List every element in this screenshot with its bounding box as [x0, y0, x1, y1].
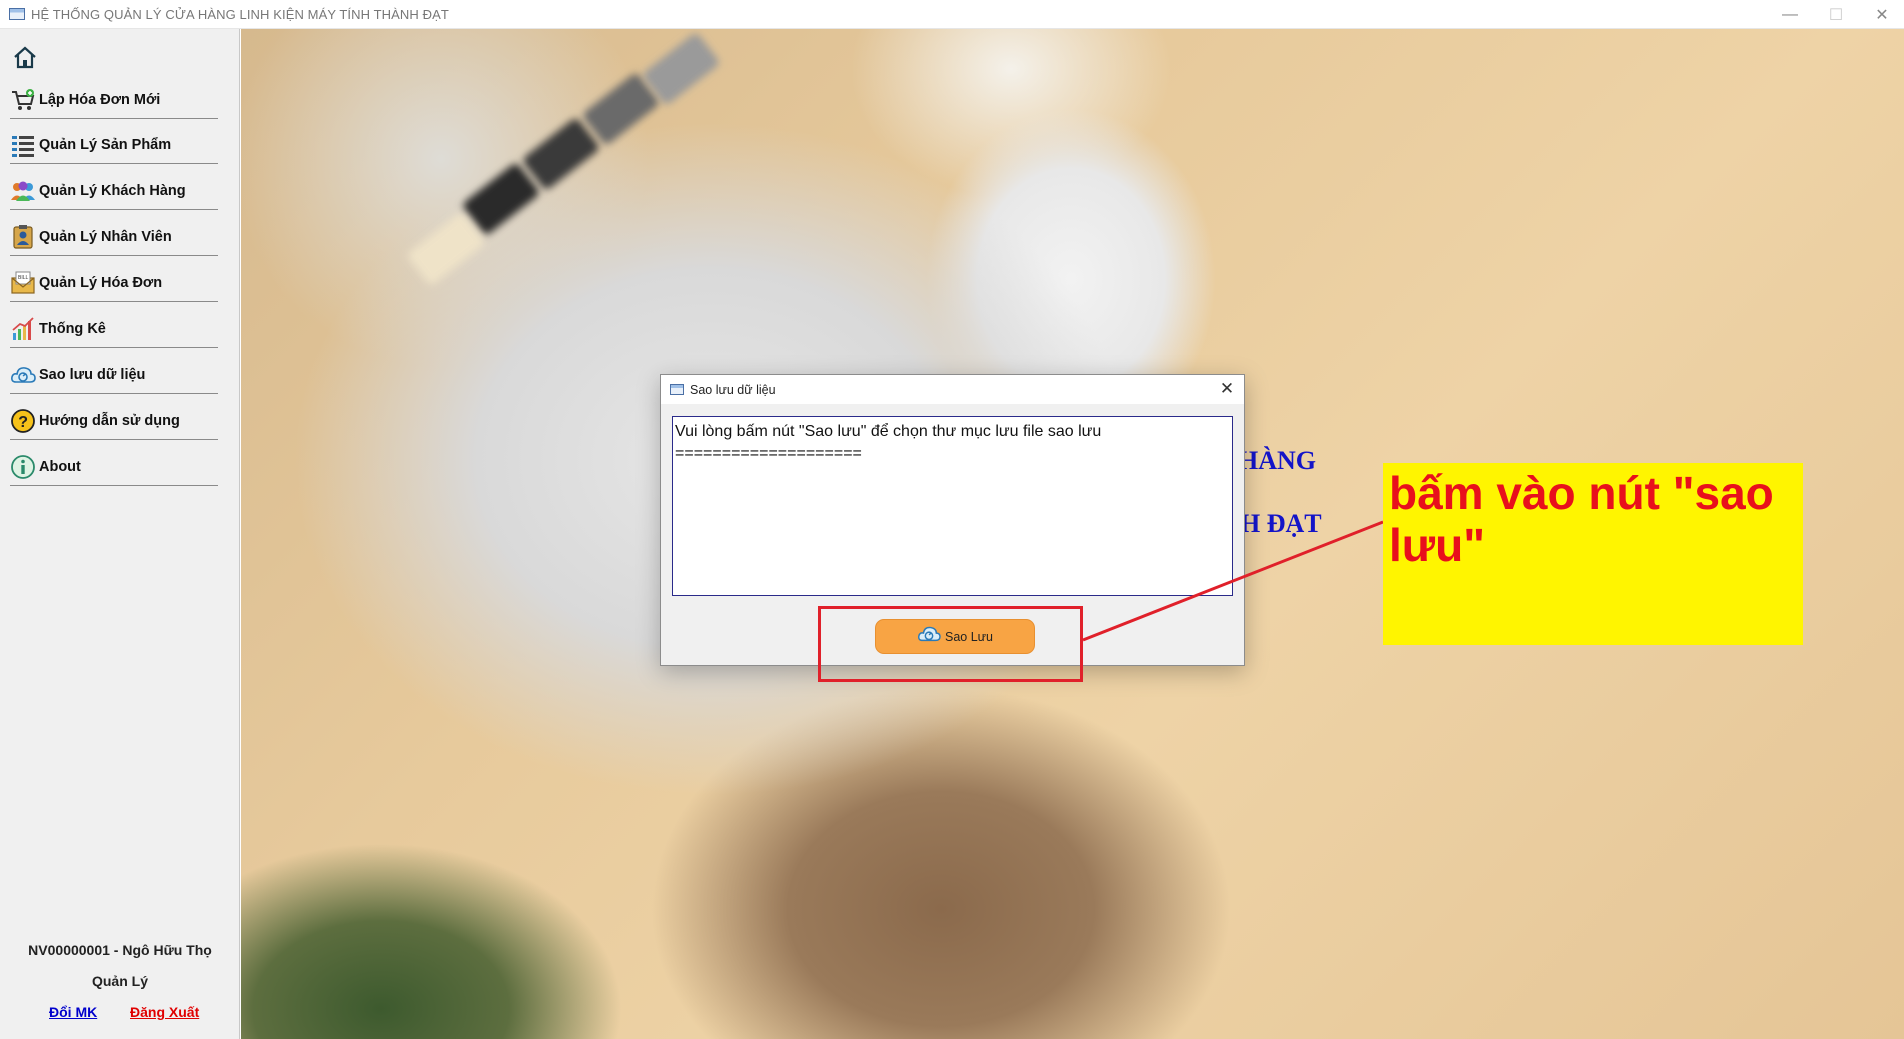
- sidebar-item-label: Quản Lý Sản Phẩm: [39, 136, 172, 153]
- svg-text:?: ?: [18, 414, 28, 431]
- sidebar-item-label: Lập Hóa Đơn Mới: [39, 91, 161, 108]
- bg-swatch: [521, 116, 601, 192]
- sidebar-item-about[interactable]: About: [10, 448, 218, 486]
- dialog-app-icon: [670, 384, 684, 395]
- svg-text:BILL: BILL: [18, 275, 29, 281]
- sidebar-item-customers[interactable]: Quản Lý Khách Hàng: [10, 172, 218, 210]
- app-icon: [9, 8, 25, 20]
- info-icon: [10, 454, 36, 480]
- employee-badge-icon: [10, 224, 36, 250]
- change-password-link[interactable]: Đổi MK: [49, 1004, 97, 1020]
- backup-message-textarea[interactable]: Vui lòng bấm nút "Sao lưu" để chọn thư m…: [672, 416, 1233, 596]
- maximize-icon: ☐: [1828, 6, 1844, 24]
- minimize-icon: —: [1782, 5, 1798, 23]
- bg-swatch: [461, 161, 541, 237]
- sidebar: Lập Hóa Đơn Mới Quản Lý Sản Phẩm Quản Lý…: [0, 29, 240, 1039]
- close-icon: ✕: [1875, 6, 1889, 24]
- close-icon: ✕: [1219, 379, 1235, 398]
- sidebar-item-create-invoice[interactable]: Lập Hóa Đơn Mới: [10, 81, 218, 119]
- close-window-button[interactable]: ✕: [1859, 0, 1904, 29]
- sidebar-item-label: Quản Lý Nhân Viên: [39, 228, 172, 245]
- annotation-highlight-box: [818, 606, 1083, 682]
- list-icon: [10, 132, 36, 158]
- help-icon: ?: [10, 408, 36, 434]
- maximize-button[interactable]: ☐: [1813, 0, 1859, 29]
- sidebar-item-products[interactable]: Quản Lý Sản Phẩm: [10, 126, 218, 164]
- sidebar-item-label: About: [39, 458, 81, 475]
- bg-heading-line2: H ĐẠT: [1240, 509, 1322, 538]
- sidebar-item-user-guide[interactable]: ? Hướng dẫn sử dụng: [10, 402, 218, 440]
- window-title: HỆ THỐNG QUẢN LÝ CỬA HÀNG LINH KIỆN MÁY …: [31, 6, 449, 22]
- sidebar-item-label: Quản Lý Khách Hàng: [39, 182, 186, 199]
- sidebar-item-label: Sao lưu dữ liệu: [39, 366, 146, 383]
- sidebar-item-backup[interactable]: Sao lưu dữ liệu: [10, 356, 218, 394]
- home-icon[interactable]: [12, 44, 38, 70]
- current-user: NV00000001 - Ngô Hữu Thọ: [28, 942, 212, 958]
- sidebar-item-invoices[interactable]: BILL Quản Lý Hóa Đơn: [10, 264, 218, 302]
- sidebar-item-statistics[interactable]: Thống Kê: [10, 310, 218, 348]
- bg-swatch: [406, 211, 486, 287]
- sidebar-item-label: Thống Kê: [39, 320, 106, 337]
- logout-link[interactable]: Đăng Xuất: [130, 1004, 199, 1020]
- cloud-backup-icon: [10, 362, 36, 388]
- annotation-note: bấm vào nút "sao lưu": [1383, 463, 1803, 645]
- dialog-title: Sao lưu dữ liệu: [690, 382, 776, 397]
- sidebar-item-label: Hướng dẫn sử dụng: [39, 412, 180, 429]
- bg-heading-line1: HÀNG: [1238, 446, 1316, 475]
- sidebar-item-label: Quản Lý Hóa Đơn: [39, 274, 163, 291]
- dialog-close-button[interactable]: ✕: [1216, 378, 1238, 400]
- cart-icon: [10, 87, 36, 113]
- minimize-button[interactable]: —: [1767, 0, 1813, 29]
- chart-icon: [10, 316, 36, 342]
- dialog-titlebar: Sao lưu dữ liệu ✕: [661, 375, 1244, 404]
- window-titlebar: HỆ THỐNG QUẢN LÝ CỬA HÀNG LINH KIỆN MÁY …: [0, 0, 1904, 29]
- customers-icon: [10, 178, 36, 204]
- sidebar-item-employees[interactable]: Quản Lý Nhân Viên: [10, 218, 218, 256]
- bill-envelope-icon: BILL: [10, 270, 36, 296]
- user-role: Quản Lý: [91, 973, 148, 989]
